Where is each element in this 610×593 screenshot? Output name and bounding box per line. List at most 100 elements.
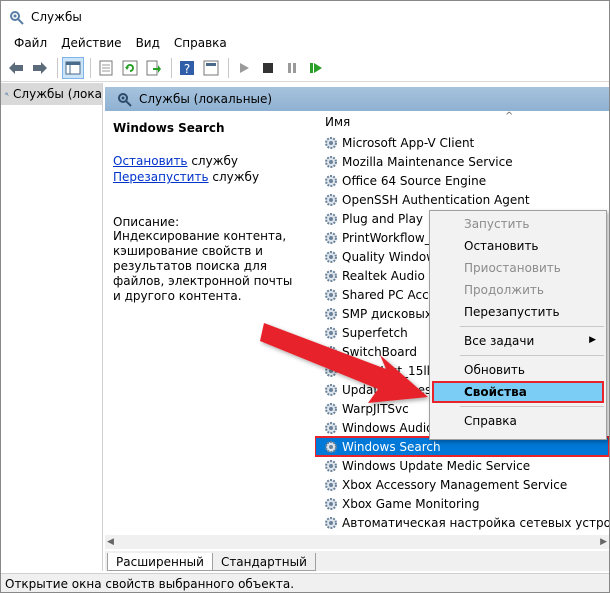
service-row[interactable]: Mozilla Maintenance Service [315, 152, 609, 171]
menu-action[interactable]: Действие [54, 36, 128, 50]
service-gear-icon [325, 497, 337, 510]
resume-service-button[interactable] [305, 57, 327, 79]
service-row[interactable]: Office 64 Source Engine [315, 171, 609, 190]
tree-item-label: Службы (лока [13, 87, 102, 101]
service-row[interactable]: Xbox Game Monitoring [315, 494, 609, 513]
help-button[interactable]: ? [176, 57, 198, 79]
context-menu-item: Запустить [430, 213, 606, 235]
selected-service-title: Windows Search [113, 121, 225, 135]
service-actions: Остановить службу Перезапустить службу [113, 153, 301, 185]
service-gear-icon [325, 421, 337, 434]
column-header-name[interactable]: Имя ^ [315, 111, 609, 133]
stop-link-suffix: службу [187, 154, 239, 168]
restart-service-link[interactable]: Перезапустить [113, 170, 209, 184]
context-menu-item[interactable]: Все задачи ▶ [430, 330, 606, 352]
service-gear-icon [325, 174, 337, 187]
description-text: Индексирование контента, кэширование сво… [113, 229, 293, 303]
help-icon: ? [180, 60, 194, 76]
export-icon [146, 60, 161, 75]
toolbar-separator [228, 57, 229, 78]
sort-arrow-icon: ^ [505, 111, 514, 122]
context-menu-label: Обновить [464, 363, 525, 377]
scroll-left-icon[interactable]: ◀ [107, 537, 114, 547]
service-gear-icon [325, 307, 337, 320]
service-row[interactable]: Microsoft App-V Client [315, 133, 609, 152]
menu-view[interactable]: Вид [129, 36, 167, 50]
menu-bar: Файл Действие Вид Справка [1, 33, 609, 53]
toolbar-separator [57, 57, 58, 78]
tab-standard[interactable]: Стандартный [211, 553, 316, 571]
service-name: Windows Update Medic Service [342, 458, 531, 473]
context-menu-item[interactable]: Обновить [430, 359, 606, 381]
service-name: Microsoft App-V Client [342, 135, 475, 150]
service-name: Xbox Game Monitoring [342, 496, 480, 511]
submenu-arrow-icon: ▶ [589, 335, 596, 345]
refresh-button[interactable] [119, 57, 141, 79]
context-menu-label: Приостановить [464, 261, 561, 275]
context-menu-item[interactable]: Перезапустить [430, 301, 606, 323]
resume-icon [310, 62, 322, 73]
stop-service-link[interactable]: Остановить [113, 154, 188, 168]
context-menu-item[interactable]: Остановить [430, 235, 606, 257]
context-menu-label: Запустить [464, 217, 530, 231]
context-menu-label: Перезапустить [464, 305, 560, 319]
service-gear-icon [325, 326, 337, 339]
service-gear-icon [325, 231, 337, 244]
service-gear-icon [325, 440, 337, 453]
context-menu-item: Приостановить [430, 257, 606, 279]
pause-service-button[interactable] [281, 57, 303, 79]
back-button[interactable] [5, 57, 27, 79]
context-menu-item: Продолжить [430, 279, 606, 301]
menu-separator [460, 326, 604, 327]
console-tree-button[interactable] [62, 56, 84, 79]
service-row[interactable]: Xbox Accessory Management Service [315, 475, 609, 494]
export-button[interactable] [143, 57, 165, 79]
toolbar-separator [90, 57, 91, 78]
start-service-button[interactable] [233, 57, 255, 79]
stop-service-button[interactable] [257, 57, 279, 79]
service-row[interactable]: OpenSSH Authentication Agent [315, 190, 609, 209]
service-name: Quality Windows [342, 249, 443, 264]
service-row[interactable]: Автоматическая настройка сетевых устройс… [315, 513, 609, 531]
service-name: Office 64 Source Engine [342, 173, 487, 188]
toolbar: ? [1, 54, 609, 82]
status-bar: Открытие окна свойств выбранного объекта… [1, 573, 609, 592]
forward-icon [33, 61, 47, 74]
title-bar: Службы [1, 1, 609, 33]
service-gear-icon [325, 269, 337, 282]
play-icon [240, 62, 249, 73]
refresh-icon [122, 60, 138, 75]
service-name: Автоматическая настройка сетевых устройс… [342, 515, 609, 530]
service-name: Windows Audio [342, 420, 434, 435]
service-name: OpenSSH Authentication Agent [342, 192, 530, 207]
forward-button[interactable] [29, 57, 51, 79]
service-row[interactable]: Windows Update Medic Service [315, 456, 609, 475]
menu-separator [460, 406, 604, 407]
menu-separator [460, 355, 604, 356]
service-name: Mozilla Maintenance Service [342, 154, 513, 169]
context-menu-label: Продолжить [464, 283, 544, 297]
mmc-icon [203, 60, 219, 75]
service-gear-icon [325, 288, 337, 301]
context-menu-label: Свойства [464, 385, 527, 399]
mmc-button[interactable] [200, 57, 222, 79]
service-name: Plug and Play [342, 211, 424, 226]
properties-icon [99, 60, 113, 75]
menu-help[interactable]: Справка [167, 36, 234, 50]
menu-file[interactable]: Файл [7, 36, 54, 50]
service-name: SwitchBoard [342, 344, 417, 359]
horizontal-scrollbar[interactable]: ◀ ▶ [105, 535, 609, 549]
tree-item-services-local[interactable]: Службы (лока [1, 83, 102, 105]
description-panel: Windows Search Остановить службу Перезап… [105, 111, 309, 551]
service-gear-icon [325, 136, 337, 149]
context-menu-item[interactable]: Справка [430, 410, 606, 432]
context-menu: Запустить Остановить Приостановить Продолжи… [429, 210, 607, 440]
service-name: Update Orchestr [342, 382, 441, 397]
scroll-right-icon[interactable]: ▶ [600, 537, 607, 547]
service-gear-icon [325, 212, 337, 225]
context-menu-item[interactable]: Свойства [432, 381, 604, 403]
properties-button[interactable] [95, 57, 117, 79]
services-gear-icon [5, 92, 9, 96]
tab-extended[interactable]: Расширенный [107, 553, 213, 571]
stop-icon [263, 62, 273, 73]
